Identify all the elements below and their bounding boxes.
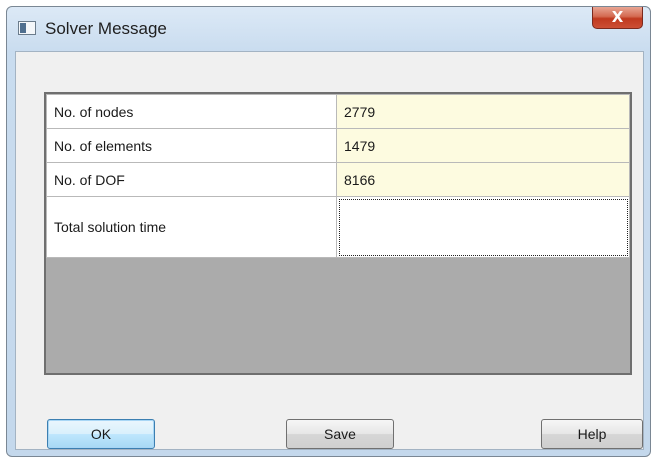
row-label-solution-time: Total solution time — [46, 196, 337, 258]
table-row-dof: No. of DOF 8166 — [46, 162, 630, 197]
solver-message-dialog: Solver Message X No. of nodes 2779 No. o… — [6, 6, 651, 457]
app-window-icon — [18, 21, 36, 35]
row-value-solution-time[interactable] — [336, 196, 630, 258]
ok-button[interactable]: OK — [47, 419, 155, 449]
save-button[interactable]: Save — [286, 419, 394, 449]
close-button[interactable]: X — [592, 7, 643, 29]
row-label-elements: No. of elements — [46, 128, 337, 163]
row-label-nodes: No. of nodes — [46, 94, 337, 129]
results-grid: No. of nodes 2779 No. of elements 1479 N… — [44, 92, 632, 375]
dialog-client-area: No. of nodes 2779 No. of elements 1479 N… — [15, 51, 644, 450]
row-value-nodes[interactable]: 2779 — [336, 94, 630, 129]
table-row-nodes: No. of nodes 2779 — [46, 94, 630, 129]
results-table: No. of nodes 2779 No. of elements 1479 N… — [46, 94, 630, 258]
title-bar[interactable]: Solver Message X — [7, 7, 650, 51]
table-row-solution-time: Total solution time — [46, 196, 630, 258]
window-title: Solver Message — [45, 19, 167, 38]
table-row-elements: No. of elements 1479 — [46, 128, 630, 163]
row-value-dof[interactable]: 8166 — [336, 162, 630, 197]
help-button[interactable]: Help — [541, 419, 643, 449]
close-icon: X — [611, 8, 624, 26]
row-label-dof: No. of DOF — [46, 162, 337, 197]
row-value-elements[interactable]: 1479 — [336, 128, 630, 163]
